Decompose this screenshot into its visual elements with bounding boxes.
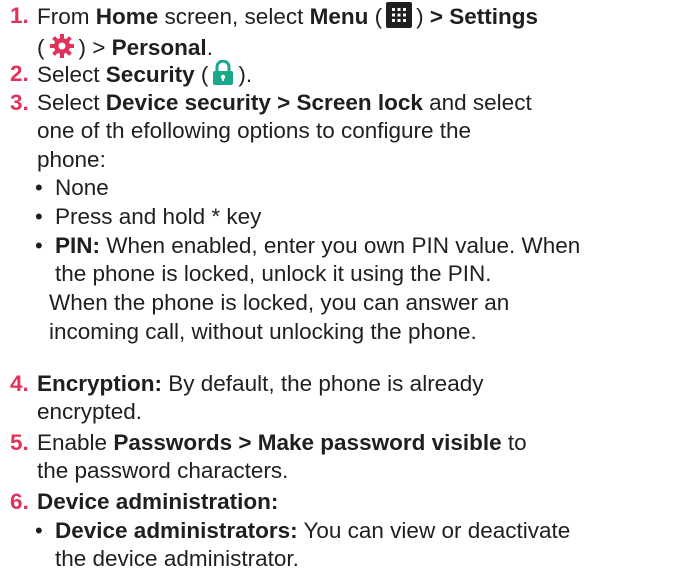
bullet-press-text: Press and hold * key xyxy=(55,204,262,229)
step-1-text-f: ) > xyxy=(78,35,112,60)
step-1-line-2: ( ) > Personal. xyxy=(37,33,213,62)
step-3-number: 3. xyxy=(10,90,29,115)
step-2-text-b: ( xyxy=(194,62,209,87)
step-5-text-b: to xyxy=(501,430,527,455)
step-4-line-2: encrypted. xyxy=(37,399,143,424)
step-1-text-g: . xyxy=(206,35,213,60)
step-1-personal: Personal xyxy=(111,35,207,60)
bullet-pin-line-2: the phone is locked, unlock it using the… xyxy=(55,261,492,286)
step-1-text-e: ( xyxy=(37,35,45,60)
step-3-line-3: phone: xyxy=(37,147,106,172)
step-1-settings: > Settings xyxy=(429,4,538,29)
bullet-device-admins-line-2: the device administrator. xyxy=(55,546,299,571)
step-3-text-b: and select xyxy=(422,90,532,115)
step-2-number: 2. xyxy=(10,61,29,86)
step-2-security: Security xyxy=(105,62,195,87)
step-2-text-a: Select xyxy=(37,62,106,87)
step-1-text-a: From xyxy=(37,4,96,29)
instructions-page: 1. From Home screen, select Menu () > Se… xyxy=(0,0,676,576)
step-1-menu: Menu xyxy=(309,4,369,29)
step-1-number: 1. xyxy=(10,3,29,28)
note-line-1: When the phone is locked, you can answer… xyxy=(49,290,510,315)
step-5-number: 5. xyxy=(10,430,29,455)
step-5-text-a: Enable xyxy=(37,430,114,455)
step-4-text: By default, the phone is already xyxy=(162,371,484,396)
bullet-dot: • xyxy=(35,233,43,258)
gear-icon xyxy=(49,33,75,59)
note-line-2: incoming call, without unlocking the pho… xyxy=(49,319,477,344)
step-3-line-2: one of th efollowing options to configur… xyxy=(37,118,472,143)
step-5-passwords: Passwords > Make password visible xyxy=(113,430,502,455)
bullet-none-text: None xyxy=(55,175,109,200)
step-4-number: 4. xyxy=(10,371,29,396)
step-4-encryption: Encryption: xyxy=(37,371,163,396)
bullet-pin-label: PIN: xyxy=(55,233,100,258)
step-5-line-2: the password characters. xyxy=(37,458,289,483)
bullet-dot: • xyxy=(35,518,43,543)
step-6-number: 6. xyxy=(10,489,29,514)
grid-menu-icon xyxy=(386,2,413,28)
step-6-device-administration: Device administration: xyxy=(37,489,279,514)
step-1-home: Home xyxy=(95,4,159,29)
bullet-device-admins-text: You can view or deactivate xyxy=(297,518,571,543)
lock-icon xyxy=(212,60,234,86)
step-3-screen-lock: Device security > Screen lock xyxy=(105,90,423,115)
bullet-dot: • xyxy=(35,175,43,200)
step-1-text-d: ) xyxy=(416,4,430,29)
step-2-text-c: ). xyxy=(238,62,253,87)
bullet-dot: • xyxy=(35,204,43,229)
step-1-text-b: screen, select xyxy=(158,4,310,29)
bullet-device-admins-label: Device administrators: xyxy=(55,518,298,543)
bullet-pin-text: When enabled, enter you own PIN value. W… xyxy=(100,233,581,258)
step-3-text-a: Select xyxy=(37,90,106,115)
step-1-text-c: ( xyxy=(368,4,383,29)
